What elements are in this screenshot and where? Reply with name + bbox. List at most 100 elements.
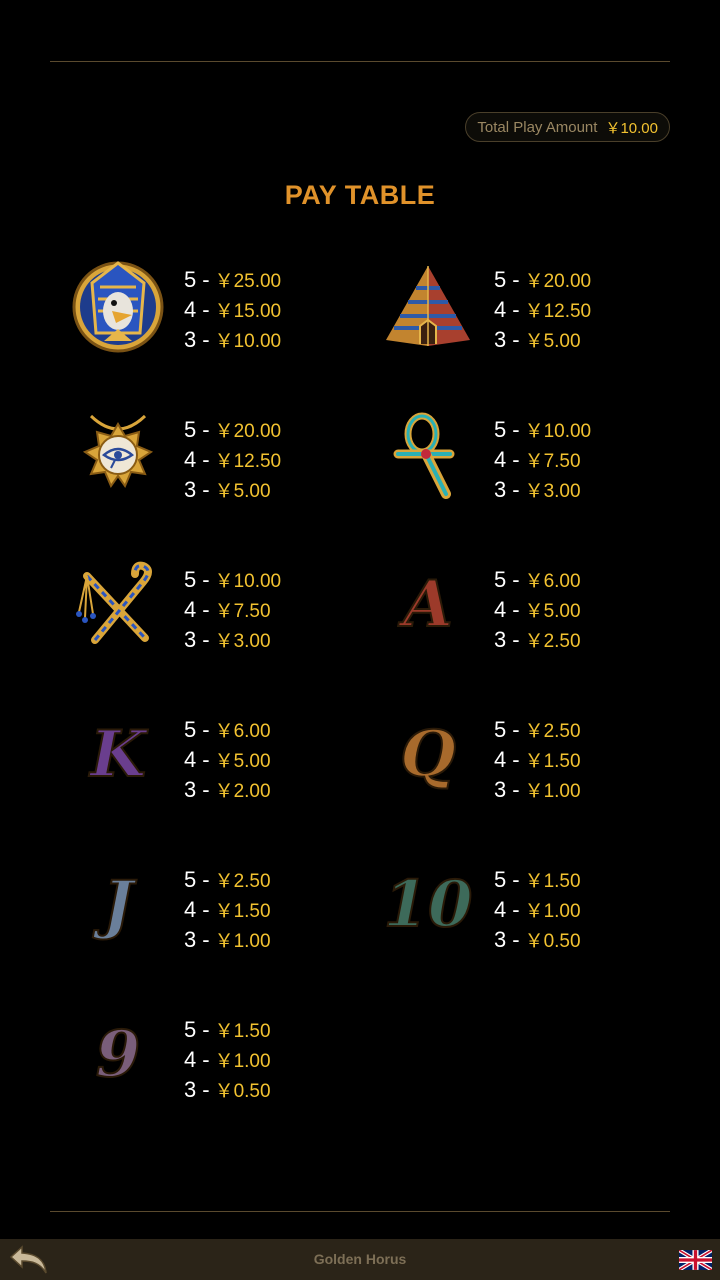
separator: - [512,897,520,922]
match-count: 4 [494,447,507,472]
paytable-entry: 5- ￥10.00 4- ￥7.50 3- ￥3.00 [50,550,360,660]
separator: - [202,1017,210,1042]
payout-row: 3- ￥1.00 [184,925,271,955]
separator: - [512,447,520,472]
eye-amulet-icon [68,400,168,510]
separator: - [202,567,210,592]
payout-row: 4- ￥5.00 [184,745,271,775]
payout-row: 5- ￥2.50 [494,715,581,745]
payout-row: 3- ￥0.50 [494,925,581,955]
match-count: 5 [494,417,507,442]
match-count: 5 [494,867,507,892]
payout-amount: ￥1.50 [524,871,581,892]
horus-icon [68,250,168,360]
separator: - [512,567,520,592]
payout-amount: ￥10.00 [214,331,282,352]
letter-j-icon: J [68,850,168,960]
payout-amount: ￥0.50 [524,931,581,952]
payout-row: 3- ￥0.50 [184,1075,271,1105]
page-title: PAY TABLE [284,180,436,210]
paytable-entry: J 5- ￥2.50 4- ￥1.50 3- ￥1.00 [50,850,360,960]
payout-row: 3- ￥3.00 [494,475,591,505]
match-count: 3 [184,627,197,652]
payout-row: 5- ￥6.00 [184,715,271,745]
footer-bar: Golden Horus [0,1239,720,1280]
match-count: 5 [494,717,507,742]
letter-k-icon: K [68,700,168,810]
payout-row: 3- ￥5.00 [494,325,591,355]
pyramid-icon [378,250,478,360]
payout-amount: ￥1.00 [214,1051,271,1072]
payout-amount: ￥2.50 [524,721,581,742]
match-count: 4 [494,297,507,322]
payout-amount: ￥7.50 [524,451,581,472]
symbol-glyph: Q [399,717,457,792]
payout-row: 5- ￥10.00 [494,415,591,445]
symbol-glyph: A [402,567,454,642]
match-count: 4 [494,747,507,772]
payout-amount: ￥5.00 [524,331,581,352]
payout-amount: ￥10.00 [524,421,592,442]
payout-row: 4- ￥7.50 [184,595,281,625]
payout-row: 3- ￥5.00 [184,475,281,505]
payout-list: 5- ￥25.00 4- ￥15.00 3- ￥10.00 [184,265,281,355]
separator: - [512,627,520,652]
payout-amount: ￥12.50 [214,451,282,472]
payout-list: 5- ￥10.00 4- ￥7.50 3- ￥3.00 [494,415,591,505]
payout-amount: ￥5.00 [524,601,581,622]
payout-row: 5- ￥20.00 [494,265,591,295]
payout-amount: ￥5.00 [214,481,271,502]
payout-list: 5- ￥2.50 4- ￥1.50 3- ￥1.00 [184,865,271,955]
payout-amount: ￥2.00 [214,781,271,802]
payout-amount: ￥20.00 [524,271,592,292]
payout-amount: ￥1.50 [524,751,581,772]
match-count: 4 [184,597,197,622]
match-count: 4 [184,1047,197,1072]
match-count: 4 [494,597,507,622]
match-count: 4 [184,297,197,322]
payout-amount: ￥2.50 [524,631,581,652]
payout-row: 5- ￥1.50 [494,865,581,895]
payout-row: 4- ￥7.50 [494,445,591,475]
match-count: 5 [494,267,507,292]
match-count: 4 [184,897,197,922]
separator: - [512,777,520,802]
match-count: 5 [184,267,197,292]
paytable-entry: Q 5- ￥2.50 4- ￥1.50 3- ￥1.00 [360,700,670,810]
separator: - [512,327,520,352]
payout-list: 5- ￥6.00 4- ￥5.00 3- ￥2.50 [494,565,581,655]
top-divider [50,61,670,62]
crook-flail-icon [68,550,168,660]
match-count: 5 [184,417,197,442]
letter-a-icon: A [378,550,478,660]
payout-row: 4- ￥1.00 [494,895,581,925]
payout-row: 5- ￥25.00 [184,265,281,295]
payout-row: 4- ￥15.00 [184,295,281,325]
uk-flag-icon[interactable] [679,1250,712,1270]
separator: - [512,267,520,292]
separator: - [202,927,210,952]
match-count: 3 [184,477,197,502]
payout-amount: ￥15.00 [214,301,282,322]
payout-row: 5- ￥2.50 [184,865,271,895]
total-play-amount-label: Total Play Amount [477,118,598,136]
separator: - [202,1047,210,1072]
paytable-entry: K 5- ￥6.00 4- ￥5.00 3- ￥2.00 [50,700,360,810]
separator: - [202,777,210,802]
payout-row: 4- ￥1.50 [184,895,271,925]
match-count: 4 [184,447,197,472]
payout-row: 4- ￥1.00 [184,1045,271,1075]
paytable-entry: 5- ￥20.00 4- ￥12.50 3- ￥5.00 [50,400,360,510]
total-play-amount: Total Play Amount ￥10.00 [465,112,670,142]
payout-amount: ￥25.00 [214,271,282,292]
separator: - [202,447,210,472]
match-count: 3 [494,777,507,802]
paytable-entry: A 5- ￥6.00 4- ￥5.00 3- ￥2.50 [360,550,670,660]
payout-amount: ￥7.50 [214,601,271,622]
payout-amount: ￥1.50 [214,901,271,922]
payout-amount: ￥6.00 [214,721,271,742]
payout-amount: ￥3.00 [524,481,581,502]
separator: - [202,747,210,772]
separator: - [512,927,520,952]
number-9-icon: 9 [68,1000,168,1110]
